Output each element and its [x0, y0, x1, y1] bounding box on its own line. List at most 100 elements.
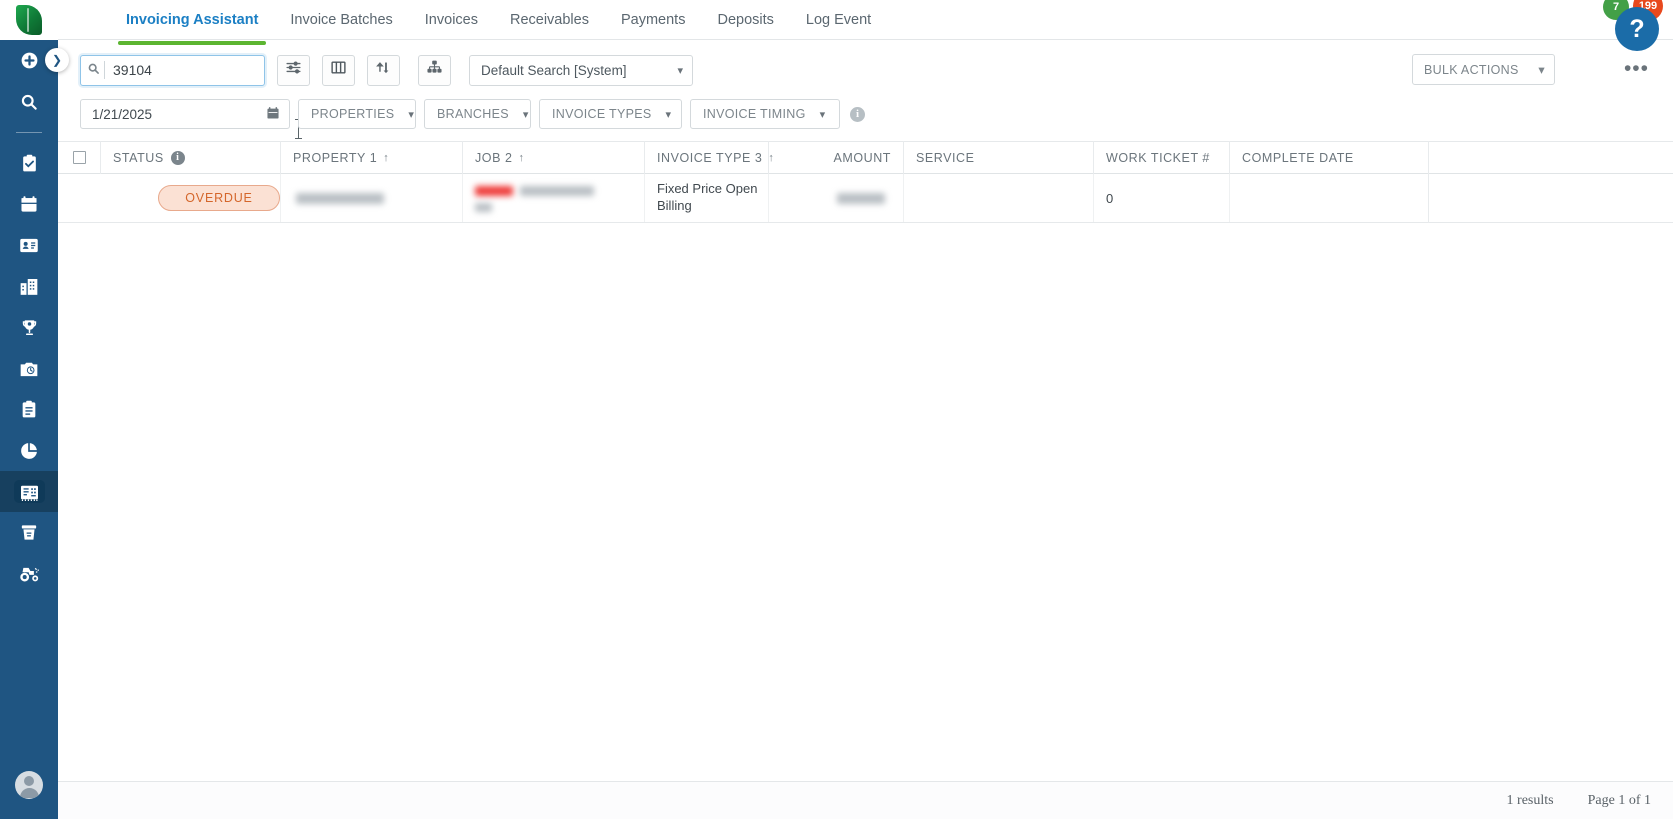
- group-hierarchy-button[interactable]: [418, 54, 451, 86]
- trophy-icon: [20, 318, 39, 337]
- redacted-property-value: [296, 192, 384, 204]
- redacted-job-line2: [475, 203, 492, 212]
- invoice-table: STATUS i PROPERTY 1 ↑ JOB 2 ↑ INVOICE TY…: [58, 141, 1673, 223]
- tractor-icon: [19, 565, 40, 583]
- sliders-icon: [285, 59, 302, 81]
- table-footer: 1 results Page 1 of 1: [58, 781, 1673, 819]
- redacted-job-code: [475, 186, 513, 196]
- cell-property: [280, 174, 462, 222]
- sidebar-item-time-tracking[interactable]: [0, 348, 58, 389]
- question-mark-icon: ?: [1629, 14, 1645, 43]
- ellipsis-icon: •••: [1623, 57, 1649, 80]
- avatar[interactable]: [15, 771, 43, 799]
- column-header-complete-date[interactable]: COMPLETE DATE: [1229, 141, 1415, 174]
- sidebar-collapse-toggle[interactable]: ❯: [45, 48, 69, 72]
- sidebar-item-properties[interactable]: [0, 266, 58, 307]
- chevron-down-icon: ▾: [1538, 63, 1545, 77]
- sidebar-item-calendar[interactable]: [0, 184, 58, 225]
- column-header-status[interactable]: STATUS i: [100, 141, 280, 174]
- column-header-amount[interactable]: AMOUNT: [768, 141, 903, 174]
- printer-icon: [20, 523, 38, 542]
- sidebar-item-reports[interactable]: [0, 430, 58, 471]
- columns-icon: [330, 59, 347, 81]
- table-right-border: [1428, 141, 1429, 223]
- sidebar-divider: [16, 132, 42, 133]
- search-icon: [87, 62, 100, 78]
- filter-info-icon[interactable]: i: [850, 106, 865, 122]
- chevron-down-icon: ▾: [677, 64, 683, 77]
- sort-ascending-icon: ↑: [518, 151, 525, 164]
- tab-invoicing-assistant[interactable]: Invoicing Assistant: [110, 0, 274, 45]
- table-header-row: STATUS i PROPERTY 1 ↑ JOB 2 ↑ INVOICE TY…: [58, 141, 1673, 174]
- search-field-wrapper[interactable]: [80, 54, 265, 86]
- filter-settings-button[interactable]: [277, 54, 310, 86]
- chevron-down-icon: ▾: [408, 108, 415, 121]
- sidebar-item-printing[interactable]: [0, 512, 58, 553]
- bulk-actions-dropdown[interactable]: BULK ACTIONS ▾: [1412, 54, 1555, 85]
- calendar-icon: [19, 195, 39, 214]
- table-row[interactable]: OVERDUE Fixed Price Open Billing 0: [58, 174, 1673, 223]
- status-badge[interactable]: OVERDUE: [158, 185, 280, 211]
- filter-branches[interactable]: BRANCHES ▾: [424, 99, 531, 129]
- column-chooser-button[interactable]: [322, 54, 355, 86]
- redacted-job-name: [520, 186, 594, 196]
- redacted-amount-value: [837, 192, 885, 204]
- sidebar-item-search[interactable]: [0, 81, 58, 122]
- chevron-down-icon: ▾: [819, 108, 826, 121]
- tab-deposits[interactable]: Deposits: [701, 0, 789, 40]
- sidebar-item-contacts[interactable]: [0, 225, 58, 266]
- magnifier-icon: [19, 92, 39, 112]
- column-header-property[interactable]: PROPERTY 1 ↑: [280, 141, 462, 174]
- sidebar-item-tasks[interactable]: [0, 143, 58, 184]
- cell-service: [903, 174, 1093, 222]
- top-navigation: Invoicing Assistant Invoice Batches Invo…: [58, 0, 1673, 51]
- info-icon[interactable]: i: [170, 150, 185, 165]
- filter-invoice-timing[interactable]: INVOICE TIMING ▾: [690, 99, 840, 129]
- tab-bar: Invoicing Assistant Invoice Batches Invo…: [58, 0, 1673, 45]
- camera-clock-icon: [19, 360, 39, 378]
- column-header-invoice-type[interactable]: INVOICE TYPE 3 ↑: [644, 141, 774, 174]
- more-options-button[interactable]: •••: [1624, 58, 1649, 79]
- app-logo[interactable]: [0, 0, 58, 40]
- cell-status: OVERDUE: [100, 174, 280, 222]
- invoice-icon: [13, 480, 45, 503]
- tab-invoices[interactable]: Invoices: [409, 0, 494, 40]
- column-header-work-ticket[interactable]: WORK TICKET #: [1093, 141, 1229, 174]
- chevron-down-icon: ▾: [665, 108, 672, 121]
- filter-branches-label: BRANCHES: [437, 107, 509, 121]
- bulk-actions-label: BULK ACTIONS: [1424, 62, 1519, 77]
- calendar-icon[interactable]: [266, 106, 280, 123]
- sidebar-item-equipment[interactable]: [0, 553, 58, 594]
- tab-log-event[interactable]: Log Event: [790, 0, 887, 40]
- sort-arrows-icon: [375, 59, 392, 81]
- tab-payments[interactable]: Payments: [605, 0, 701, 40]
- sidebar-item-work-orders[interactable]: [0, 389, 58, 430]
- user-avatar-icon: [24, 776, 34, 786]
- tab-invoice-batches[interactable]: Invoice Batches: [274, 0, 408, 40]
- column-header-job[interactable]: JOB 2 ↑: [462, 141, 644, 174]
- sidebar-item-opportunities[interactable]: [0, 307, 58, 348]
- date-filter-input[interactable]: 1/21/2025: [80, 99, 290, 129]
- chevron-down-icon: ▾: [522, 108, 529, 121]
- date-filter-value: 1/21/2025: [92, 106, 153, 122]
- filter-invoice-timing-label: INVOICE TIMING: [703, 107, 806, 121]
- sitemap-icon: [426, 59, 443, 81]
- select-all-checkbox[interactable]: [58, 141, 100, 174]
- filter-properties-label: PROPERTIES: [311, 107, 395, 121]
- sidebar-item-invoicing[interactable]: [0, 471, 58, 512]
- filter-bar: 1/21/2025 PROPERTIES ▾ BRANCHES ▾ INVOIC…: [58, 96, 1673, 132]
- leaf-logo-icon: [16, 5, 42, 35]
- column-header-service[interactable]: SERVICE: [903, 141, 1093, 174]
- cell-invoice-type: Fixed Price Open Billing: [644, 174, 768, 222]
- saved-search-select[interactable]: Default Search [System] ▾: [469, 54, 693, 86]
- sort-button[interactable]: [367, 54, 400, 86]
- tab-receivables[interactable]: Receivables: [494, 0, 605, 40]
- left-sidebar: [0, 0, 58, 819]
- search-input[interactable]: [104, 61, 254, 79]
- filter-invoice-types-label: INVOICE TYPES: [552, 107, 652, 121]
- filter-properties[interactable]: PROPERTIES ▾: [298, 99, 416, 129]
- pie-chart-icon: [19, 441, 39, 461]
- plus-circle-icon: [19, 50, 40, 71]
- filter-invoice-types[interactable]: INVOICE TYPES ▾: [539, 99, 682, 129]
- contact-card-icon: [19, 237, 39, 254]
